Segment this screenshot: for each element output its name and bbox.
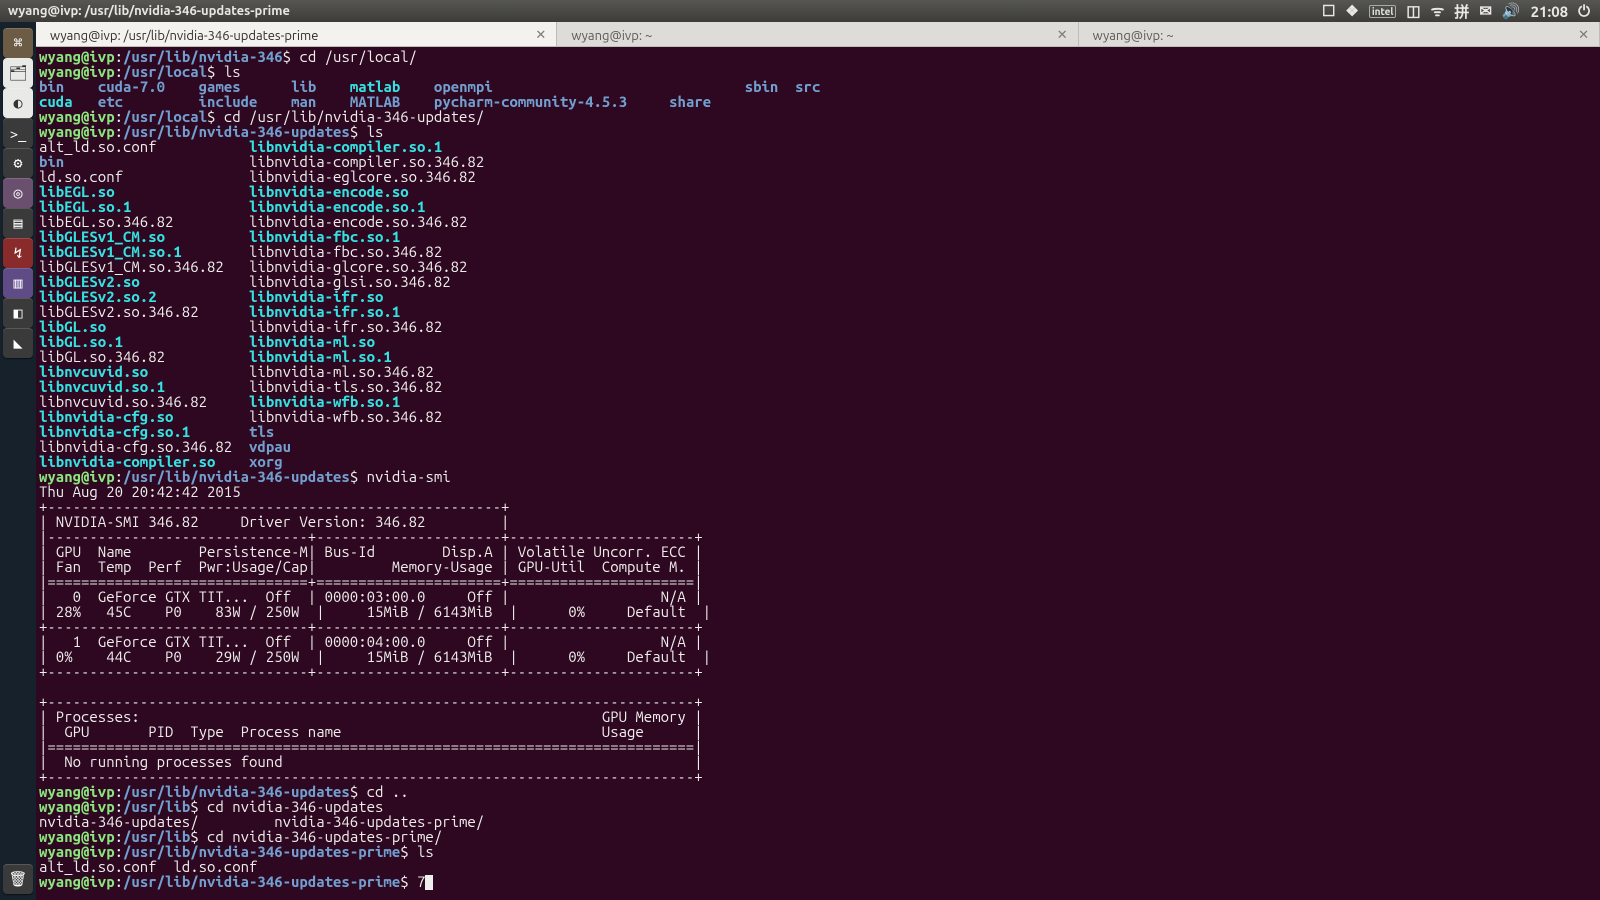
tab-2[interactable]: wyang@ivp: ~ ✕ xyxy=(1079,22,1600,46)
sound-icon[interactable]: 🔊 xyxy=(1502,2,1521,20)
dropbox-icon[interactable]: ☐ xyxy=(1322,2,1335,20)
terminal-icon[interactable]: >_ xyxy=(3,118,33,148)
intel-icon[interactable]: intel xyxy=(1369,5,1397,18)
input-method-icon[interactable]: 拼 xyxy=(1454,1,1469,22)
tab-label: wyang@ivp: ~ xyxy=(1093,29,1174,43)
close-icon[interactable]: ✕ xyxy=(1057,29,1068,42)
software-update-icon[interactable]: ◫ xyxy=(1406,2,1420,20)
close-icon[interactable]: ✕ xyxy=(535,29,546,42)
tab-label: wyang@ivp: /usr/lib/nvidia-346-updates-p… xyxy=(50,29,318,43)
power-icon[interactable]: ⏻ xyxy=(1578,2,1590,20)
tab-label: wyang@ivp: ~ xyxy=(571,29,652,43)
cursor xyxy=(425,875,433,890)
unity-launcher[interactable]: ⌘🗂◐>_⚙◎▤↯▥◧◣ 🗑 xyxy=(0,22,36,900)
chrome-icon[interactable]: ◐ xyxy=(3,88,33,118)
trash-icon[interactable]: 🗑 xyxy=(3,864,33,894)
dash-home-icon[interactable]: ⌘ xyxy=(3,28,33,58)
wifi-icon[interactable]: ᯤ xyxy=(1431,1,1445,21)
system-tray: ☐ ❖ intel ◫ ᯤ 拼 ✉ 🔊 21:08 ⏻ xyxy=(1322,1,1590,22)
terminal-output[interactable]: wyang@ivp:/usr/lib/nvidia-346$ cd /usr/l… xyxy=(36,47,1600,900)
extra-icon[interactable]: ◧ xyxy=(3,298,33,328)
settings-icon[interactable]: ⚙ xyxy=(3,148,33,178)
close-icon[interactable]: ✕ xyxy=(1578,29,1589,42)
mail-icon[interactable]: ✉ xyxy=(1479,2,1492,20)
tab-0[interactable]: wyang@ivp: /usr/lib/nvidia-346-updates-p… xyxy=(36,22,557,46)
terminal-tabbar[interactable]: wyang@ivp: /usr/lib/nvidia-346-updates-p… xyxy=(36,22,1600,47)
monitor-icon[interactable]: ▤ xyxy=(3,208,33,238)
display-icon[interactable]: ▥ xyxy=(3,268,33,298)
terminal-window: wyang@ivp: /usr/lib/nvidia-346-updates-p… xyxy=(36,22,1600,900)
menubar[interactable]: wyang@ivp: /usr/lib/nvidia-346-updates-p… xyxy=(0,0,1600,22)
extra2-icon[interactable]: ◣ xyxy=(3,328,33,358)
dropbox2-icon[interactable]: ❖ xyxy=(1345,2,1358,20)
app-icon[interactable]: ◎ xyxy=(3,178,33,208)
tab-1[interactable]: wyang@ivp: ~ ✕ xyxy=(557,22,1078,46)
tool-icon[interactable]: ↯ xyxy=(3,238,33,268)
window-title: wyang@ivp: /usr/lib/nvidia-346-updates-p… xyxy=(8,4,1322,18)
files-icon[interactable]: 🗂 xyxy=(3,58,33,88)
clock[interactable]: 21:08 xyxy=(1531,3,1569,20)
